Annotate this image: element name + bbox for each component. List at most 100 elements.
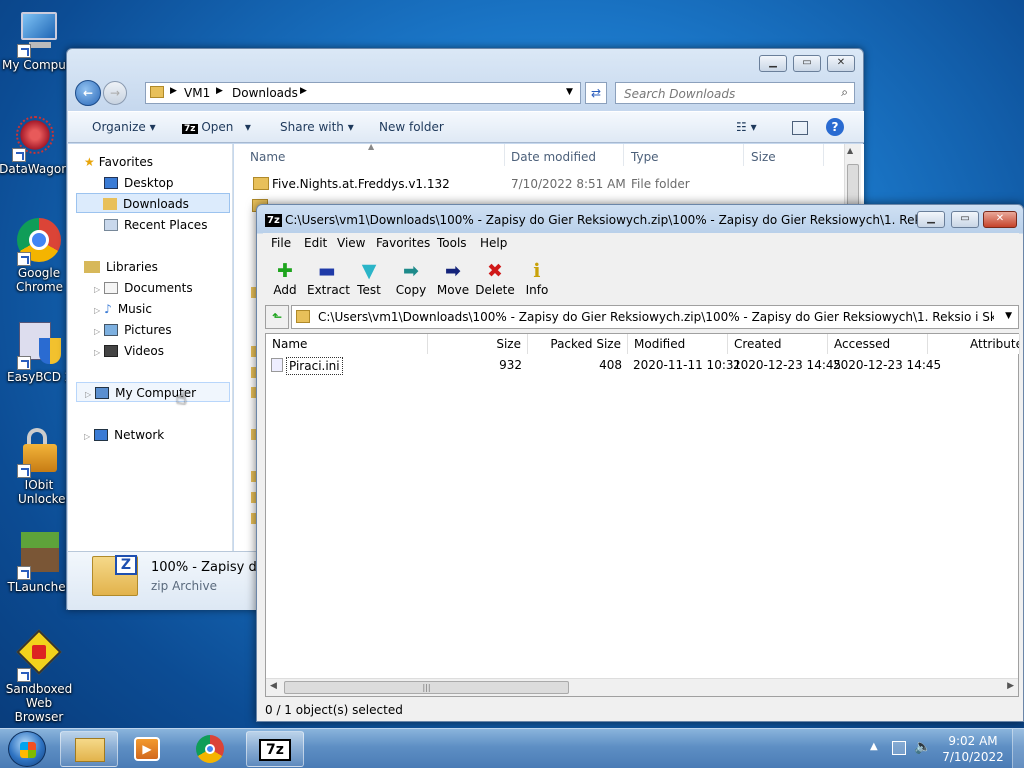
list-item[interactable]: Five.Nights.at.Freddys.v1.132 7/10/2022 … xyxy=(250,176,630,194)
menu-file[interactable]: File xyxy=(271,236,291,250)
path-combobox[interactable]: C:\Users\vm1\Downloads\100% - Zapisy do … xyxy=(291,305,1019,329)
taskbar-media-player[interactable]: ▶ xyxy=(122,731,174,767)
volume-icon[interactable]: 🔈 xyxy=(914,739,931,755)
plus-icon: ✚ xyxy=(277,260,293,282)
column-type[interactable]: Type xyxy=(631,150,659,164)
maximize-button[interactable]: ▭ xyxy=(951,211,979,228)
delete-button[interactable]: ✖ Delete xyxy=(475,259,515,297)
horizontal-scrollbar[interactable]: ◀ ||| ▶ xyxy=(266,678,1018,696)
windows-logo-icon xyxy=(20,742,36,758)
maximize-button[interactable]: ▭ xyxy=(793,55,821,72)
nav-videos[interactable]: ▷ Videos xyxy=(94,344,164,358)
nav-recent-places[interactable]: Recent Places xyxy=(104,218,207,232)
libraries-icon xyxy=(84,261,100,273)
minimize-button[interactable]: ▁ xyxy=(759,55,787,72)
add-button[interactable]: ✚ Add xyxy=(265,259,305,297)
search-input[interactable]: Search Downloads ⌕ xyxy=(615,82,855,104)
nav-network[interactable]: ▷ Network xyxy=(84,428,164,442)
taskbar-chrome[interactable] xyxy=(184,731,236,767)
desktop-icon-sandboxed-browser[interactable]: Sandboxed Web Browser xyxy=(0,629,78,724)
forward-button[interactable]: → xyxy=(103,81,127,105)
taskbar-explorer[interactable] xyxy=(60,731,118,767)
column-size[interactable]: Size xyxy=(751,150,776,164)
taskbar: ▶ 7z ▲ 🔈 9:02 AM 7/10/2022 xyxy=(0,728,1024,768)
test-button[interactable]: ▼ Test xyxy=(349,259,389,297)
view-options-icon[interactable]: ☷ ▾ xyxy=(736,120,757,134)
new-folder-button[interactable]: New folder xyxy=(379,120,444,134)
nav-libraries[interactable]: Libraries xyxy=(84,260,158,274)
breadcrumb-vm1[interactable]: VM1 xyxy=(184,86,210,100)
recent-places-icon xyxy=(104,219,118,231)
info-button[interactable]: ℹ Info xyxy=(517,259,557,297)
move-arrow-icon: ➡ xyxy=(445,260,461,282)
close-button[interactable]: ✕ xyxy=(827,55,855,72)
breadcrumb-downloads[interactable]: Downloads xyxy=(232,86,298,100)
window-title: C:\Users\vm1\Downloads\100% - Zapisy do … xyxy=(285,213,925,227)
check-icon: ▼ xyxy=(361,260,377,282)
column-name[interactable]: Name xyxy=(250,150,285,164)
organize-button[interactable]: Organize ▾ xyxy=(92,120,156,134)
computer-icon xyxy=(15,8,63,58)
column-packed-size[interactable]: Packed Size xyxy=(528,334,628,354)
column-attributes[interactable]: Attribute xyxy=(928,334,1020,354)
chevron-down-icon[interactable]: ▼ xyxy=(566,87,573,97)
copy-button[interactable]: ➡ Copy xyxy=(391,259,431,297)
sandboxie-icon xyxy=(15,629,63,682)
pictures-icon xyxy=(104,324,119,336)
column-created[interactable]: Created xyxy=(728,334,828,354)
music-icon: ♪ xyxy=(104,302,112,316)
table-row[interactable]: Piraci.ini 932 408 2020-11-11 10:31 2020… xyxy=(266,356,1020,375)
network-tray-icon[interactable] xyxy=(892,741,906,755)
column-date-modified[interactable]: Date modified xyxy=(511,150,596,164)
folder-icon xyxy=(103,198,117,210)
status-bar: 0 / 1 object(s) selected xyxy=(265,700,1019,720)
nav-documents[interactable]: ▷ Documents xyxy=(94,281,193,295)
clock-date: 7/10/2022 xyxy=(942,750,1004,764)
extract-button[interactable]: ▬ Extract xyxy=(307,259,350,297)
open-button[interactable]: 7z Open ▾ xyxy=(182,120,251,134)
minimize-button[interactable]: ▁ xyxy=(917,211,945,228)
start-button[interactable] xyxy=(8,731,46,767)
column-modified[interactable]: Modified xyxy=(628,334,728,354)
preview-pane-icon[interactable] xyxy=(792,121,808,135)
nav-favorites[interactable]: ★ Favorites xyxy=(84,155,153,169)
column-size[interactable]: Size xyxy=(428,334,528,354)
move-button[interactable]: ➡ Move xyxy=(433,259,473,297)
close-button[interactable]: ✕ xyxy=(983,211,1017,228)
back-button[interactable]: ← xyxy=(75,80,101,106)
refresh-button[interactable]: ⇄ xyxy=(585,82,607,104)
up-folder-button[interactable]: ⬑ xyxy=(265,305,289,329)
folder-icon xyxy=(150,86,164,98)
column-name[interactable]: Name xyxy=(266,334,428,354)
show-desktop-button[interactable] xyxy=(1012,729,1024,768)
taskbar-7zip[interactable]: 7z xyxy=(246,731,304,767)
menu-tools[interactable]: Tools xyxy=(437,236,467,250)
7zip-icon: 7z xyxy=(259,739,291,761)
nav-my-computer[interactable]: ▷ My Computer xyxy=(76,382,230,402)
nav-downloads[interactable]: Downloads xyxy=(76,193,230,213)
command-bar: Organize ▾ 7z Open ▾ Share with ▾ New fo… xyxy=(68,111,864,143)
nav-music[interactable]: ▷ ♪ Music xyxy=(94,302,152,316)
show-hidden-icons[interactable]: ▲ xyxy=(870,741,878,752)
share-with-button[interactable]: Share with ▾ xyxy=(280,120,354,134)
documents-icon xyxy=(104,282,119,294)
chevron-right-icon: ▶ xyxy=(216,86,223,96)
info-icon: ℹ xyxy=(533,260,541,282)
column-accessed[interactable]: Accessed xyxy=(828,334,928,354)
network-icon xyxy=(94,429,109,441)
copy-arrow-icon: ➡ xyxy=(403,260,419,282)
menu-help[interactable]: Help xyxy=(480,236,507,250)
nav-desktop[interactable]: Desktop xyxy=(104,176,174,190)
help-icon[interactable]: ? xyxy=(826,118,844,136)
nav-pictures[interactable]: ▷ Pictures xyxy=(94,323,172,337)
chevron-down-icon[interactable]: ▼ xyxy=(1005,311,1012,321)
7zip-window[interactable]: 7z C:\Users\vm1\Downloads\100% - Zapisy … xyxy=(256,204,1024,722)
desktop-icon-label: Sandboxed Web Browser xyxy=(5,682,73,724)
clock[interactable]: 9:02 AM 7/10/2022 xyxy=(940,733,1006,765)
menu-favorites[interactable]: Favorites xyxy=(376,236,430,250)
desktop-icon-datawagon[interactable]: DataWagon xyxy=(0,112,73,176)
computer-icon xyxy=(95,387,110,399)
menu-edit[interactable]: Edit xyxy=(304,236,327,250)
address-bar[interactable]: ▶ VM1 ▶ Downloads ▶ ▼ xyxy=(145,82,581,104)
menu-view[interactable]: View xyxy=(337,236,365,250)
